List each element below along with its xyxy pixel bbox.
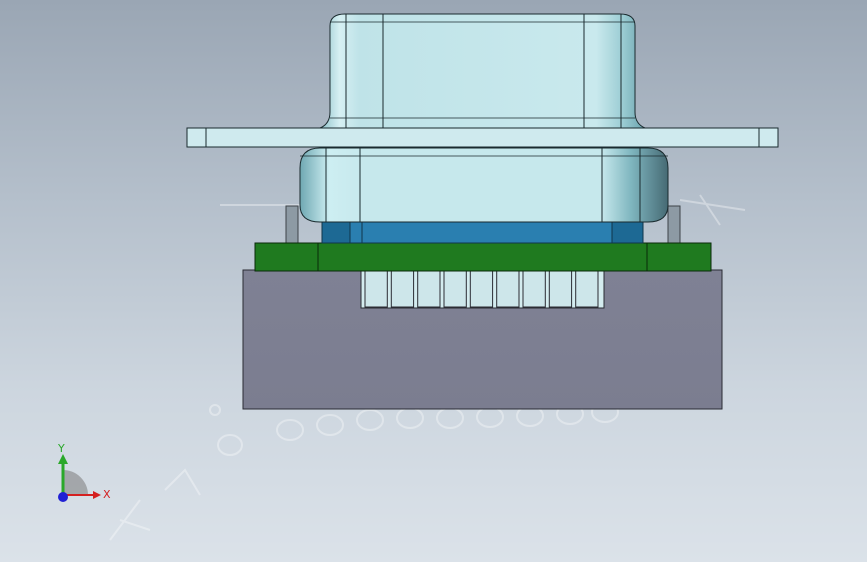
connector-pin[interactable] [548, 270, 573, 308]
connector-pin[interactable] [417, 270, 441, 308]
connector-pin[interactable] [390, 270, 415, 308]
x-axis-arrow-icon [93, 491, 101, 499]
z-axis-dot-icon [58, 492, 68, 502]
connector-pin[interactable] [522, 270, 546, 308]
y-axis-arrow-icon [58, 454, 68, 464]
connector-pin[interactable] [443, 270, 467, 308]
insulator-block[interactable] [321, 220, 644, 244]
lower-shell[interactable] [299, 147, 669, 223]
reference-triad: Y X [57, 442, 111, 502]
triad-arc [63, 470, 88, 495]
upper-shell[interactable] [319, 13, 646, 129]
connector-pin[interactable] [469, 270, 494, 308]
connector-model-front-view[interactable] [0, 0, 867, 562]
connector-pin[interactable] [364, 270, 388, 308]
pin-window[interactable] [360, 269, 605, 309]
mounting-flange[interactable] [186, 127, 779, 148]
graphics-viewport[interactable]: Y X [0, 0, 867, 562]
connector-pin[interactable] [575, 270, 599, 308]
x-axis-label: X [103, 488, 111, 501]
pin-array [364, 270, 599, 308]
y-axis-label: Y [57, 442, 65, 455]
connector-pin[interactable] [496, 270, 520, 308]
pcb-board[interactable] [254, 242, 712, 272]
